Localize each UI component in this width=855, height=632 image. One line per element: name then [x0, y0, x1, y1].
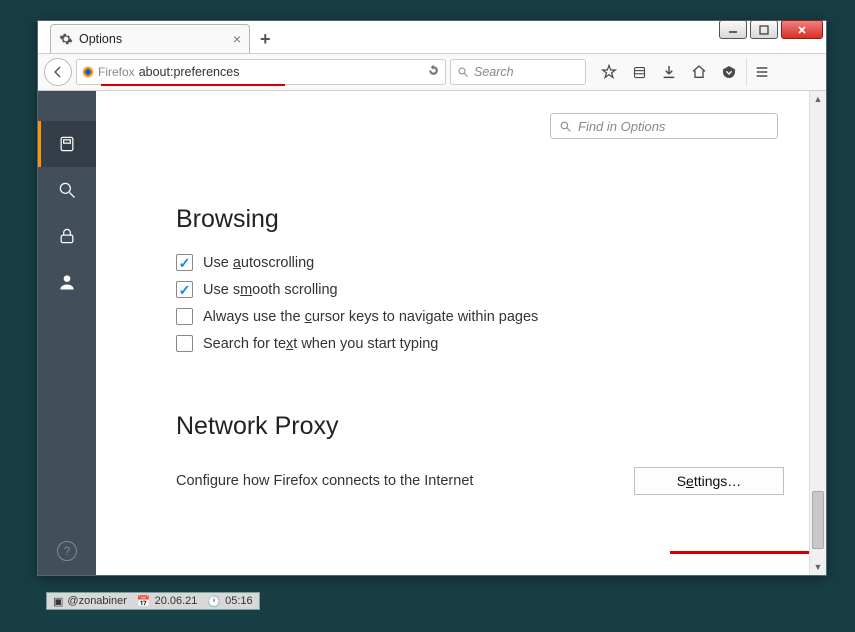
find-placeholder: Find in Options — [578, 119, 665, 134]
tab-close-icon[interactable]: × — [233, 31, 241, 47]
highlight-line — [101, 84, 285, 86]
search-bar[interactable]: Search — [450, 59, 586, 85]
sidebar-item-general[interactable] — [38, 121, 96, 167]
sidebar-item-privacy[interactable] — [38, 213, 96, 259]
home-button[interactable] — [684, 58, 714, 86]
toolbar: Firefox about:preferences Search — [38, 53, 826, 91]
scroll-up-arrow[interactable]: ▲ — [810, 91, 826, 107]
option-label: Always use the cursor keys to navigate w… — [203, 309, 538, 325]
preferences-main: Find in Options Browsing Use autoscrolli… — [96, 91, 826, 575]
bookmark-star-button[interactable] — [594, 58, 624, 86]
scroll-down-arrow[interactable]: ▼ — [810, 559, 826, 575]
browser-window: Options × + Firefox about:preferences Se… — [37, 20, 827, 576]
sidebar-item-search[interactable] — [38, 167, 96, 213]
checkbox[interactable] — [176, 308, 193, 325]
taskbar-user: ▣ @zonabiner — [53, 595, 127, 608]
option-label: Use smooth scrolling — [203, 282, 338, 298]
section-proxy-title: Network Proxy — [176, 412, 784, 441]
browsing-option-0[interactable]: Use autoscrolling — [176, 254, 784, 271]
library-button[interactable] — [624, 58, 654, 86]
taskbar-time: 🕐 05:16 — [207, 595, 252, 608]
browsing-option-3[interactable]: Search for text when you start typing — [176, 335, 784, 352]
sidebar-item-account[interactable] — [38, 259, 96, 305]
person-icon — [57, 272, 77, 292]
lock-icon — [57, 226, 77, 246]
back-button[interactable] — [44, 58, 72, 86]
search-icon — [457, 66, 469, 78]
checkbox[interactable] — [176, 335, 193, 352]
section-browsing-title: Browsing — [176, 205, 784, 234]
desktop-taskbar: ▣ @zonabiner 📅 20.06.21 🕐 05:16 — [46, 592, 260, 610]
preferences-sidebar: ? — [38, 91, 96, 575]
taskbar-date: 📅 20.06.21 — [137, 595, 198, 608]
proxy-description: Configure how Firefox connects to the In… — [176, 473, 473, 489]
toolbar-icons — [594, 58, 776, 86]
hamburger-menu-button[interactable] — [746, 58, 776, 86]
url-text: about:preferences — [139, 65, 240, 79]
identity-text: Firefox — [98, 65, 135, 79]
downloads-button[interactable] — [654, 58, 684, 86]
pocket-button[interactable] — [714, 58, 744, 86]
close-button[interactable] — [781, 20, 823, 39]
browsing-option-1[interactable]: Use smooth scrolling — [176, 281, 784, 298]
firefox-icon — [81, 65, 95, 79]
reload-button[interactable] — [425, 64, 441, 80]
content-area: ? Find in Options Browsing Use autoscrol… — [38, 91, 826, 575]
proxy-settings-button[interactable]: Settings… — [634, 467, 784, 495]
proxy-row: Configure how Firefox connects to the In… — [176, 467, 784, 495]
checkbox[interactable] — [176, 281, 193, 298]
search-icon — [57, 180, 77, 200]
option-label: Search for text when you start typing — [203, 336, 438, 352]
tab-options[interactable]: Options × — [50, 24, 250, 53]
search-icon — [559, 120, 572, 133]
gear-icon — [59, 32, 73, 46]
browsing-option-2[interactable]: Always use the cursor keys to navigate w… — [176, 308, 784, 325]
general-icon — [57, 134, 77, 154]
checkbox[interactable] — [176, 254, 193, 271]
new-tab-button[interactable]: + — [260, 29, 271, 50]
vertical-scrollbar[interactable]: ▲ ▼ — [809, 91, 826, 575]
find-in-options[interactable]: Find in Options — [550, 113, 778, 139]
search-placeholder: Search — [474, 65, 514, 79]
identity-badge: Firefox — [81, 65, 135, 79]
scroll-thumb[interactable] — [812, 491, 824, 549]
tab-bar: Options × + — [38, 21, 826, 53]
highlight-line — [670, 551, 826, 554]
option-label: Use autoscrolling — [203, 255, 314, 271]
sidebar-help-button[interactable]: ? — [57, 541, 77, 561]
maximize-button[interactable] — [750, 20, 778, 39]
window-controls — [719, 20, 823, 39]
minimize-button[interactable] — [719, 20, 747, 39]
tab-title: Options — [79, 32, 122, 46]
url-bar[interactable]: Firefox about:preferences — [76, 59, 446, 85]
